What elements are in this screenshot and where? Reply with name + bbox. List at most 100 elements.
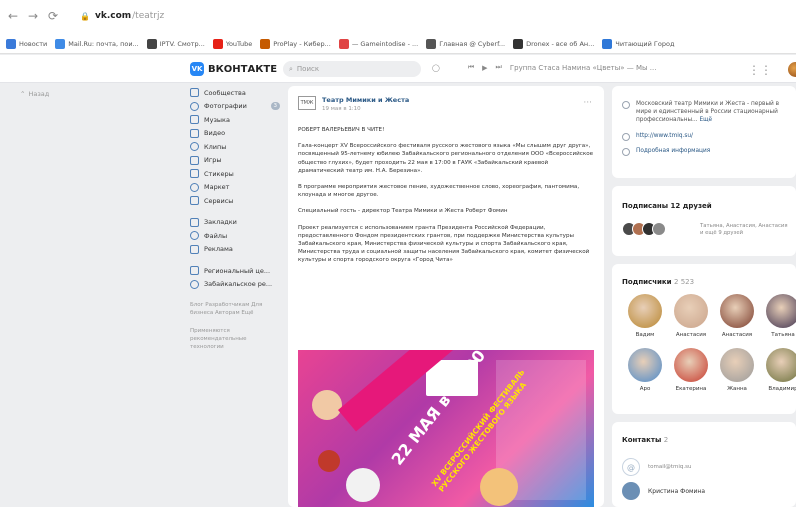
details-link[interactable]: Подробная информация <box>636 147 710 156</box>
bookmark-favicon-icon <box>212 38 223 49</box>
post-paragraph: Проект реализуется с использованием гран… <box>298 224 590 264</box>
nav-item[interactable]: Фотографии 3 <box>190 100 280 114</box>
subscriber-item[interactable]: Екатерина <box>668 348 714 392</box>
contact-name[interactable]: Кристина Фомина <box>648 488 705 495</box>
bookmark-item[interactable]: — Gameintodise - ... <box>338 38 419 49</box>
vk-logo[interactable]: VK ВКОНТАКТЕ <box>190 62 277 76</box>
post-date[interactable]: 19 мая в 1:10 <box>322 106 409 112</box>
contacts-card: Контакты 2 @ tomail@tmiq.su Кристина Фом… <box>612 422 796 507</box>
browser-toolbar: ← → ⟳ 🔒 vk.com /teatrjz <box>0 0 796 34</box>
subscriber-name: Жанна <box>727 386 747 392</box>
back-arrow-icon[interactable]: ← <box>8 10 18 22</box>
address-bar[interactable]: 🔒 vk.com /teatrjz <box>80 8 164 24</box>
subscriber-item[interactable]: Татьяна <box>760 294 796 338</box>
forward-arrow-icon[interactable]: → <box>28 10 38 22</box>
subscriber-avatar <box>766 294 796 328</box>
bookmark-label: — Gameintodise - ... <box>351 39 419 48</box>
search-input[interactable]: ⌕ Поиск <box>283 61 421 77</box>
contact-avatar[interactable] <box>622 482 640 500</box>
nav-item[interactable]: Стикеры <box>190 167 280 181</box>
nav-item-label: Фотографии <box>204 102 247 111</box>
apps-grid-icon[interactable]: ⋮⋮ <box>748 64 772 76</box>
post-author[interactable]: Театр Мимики и Жеста <box>322 96 409 104</box>
vk-header: VK ВКОНТАКТЕ ⌕ Поиск ◯ ⏮ ▶ ⏭ Группа Стас… <box>0 55 796 83</box>
nav-item[interactable]: Игры <box>190 154 280 168</box>
nav-item[interactable]: Маркет <box>190 181 280 195</box>
services-icon <box>190 196 199 206</box>
user-avatar[interactable] <box>788 62 796 77</box>
subscriber-name: Владимир <box>768 386 796 392</box>
bookmark-icon <box>190 217 199 227</box>
nav-item[interactable]: Забайкальское ре... <box>190 278 280 292</box>
bookmark-favicon-icon <box>260 38 271 49</box>
subscriber-item[interactable]: Анастасия <box>668 294 714 338</box>
bookmark-favicon-icon <box>426 38 437 49</box>
bookmark-item[interactable]: IPTV. Смотр... <box>146 38 205 49</box>
nav-item-label: Видео <box>204 129 226 138</box>
nav-badge: 3 <box>270 102 280 111</box>
nav-item[interactable]: Сервисы <box>190 194 280 208</box>
vk-brand: ВКОНТАКТЕ <box>208 63 278 75</box>
more-options-icon[interactable]: ··· <box>583 98 592 108</box>
clips-icon <box>190 142 199 152</box>
bookmark-favicon-icon <box>338 38 349 49</box>
info-icon <box>622 101 630 109</box>
previous-track-icon[interactable]: ⏮ <box>468 63 474 72</box>
subscriber-item[interactable]: Вадим <box>622 294 668 338</box>
bookmark-label: YouTube <box>225 39 253 48</box>
nav-item[interactable]: Региональный це... <box>190 264 280 278</box>
url-path: /teatrjz <box>132 11 165 21</box>
bookmark-item[interactable]: Dronex - все об Ан... <box>513 38 594 49</box>
bookmark-item[interactable]: Mail.Ru: почта, пои... <box>55 38 139 49</box>
bookmark-item[interactable]: Главная @ Cyberf... <box>426 38 505 49</box>
subscribers-title[interactable]: Подписчики 2 523 <box>622 278 694 286</box>
subscriber-item[interactable]: Жанна <box>714 348 760 392</box>
more-link[interactable]: Ещё <box>699 117 712 123</box>
footer-links[interactable]: Блог Разработчикам Для бизнеса Авторам Е… <box>190 301 280 317</box>
bookmark-item[interactable]: ProPlay - Кибер... <box>260 38 331 49</box>
friends-title[interactable]: Подписаны 12 друзей <box>622 202 712 210</box>
contacts-title[interactable]: Контакты 2 <box>622 436 668 444</box>
post-image[interactable]: 22 МАЯ в 17:00 XV ВСЕРОССИЙСКИЙ ФЕСТИВАЛ… <box>298 350 594 507</box>
details-icon <box>622 148 630 156</box>
nav-item[interactable]: Музыка <box>190 113 280 127</box>
subscriber-item[interactable]: Анастасия <box>714 294 760 338</box>
nav-item[interactable]: Клипы <box>190 140 280 154</box>
bookmark-item[interactable]: Новости <box>6 38 47 49</box>
play-icon[interactable]: ▶ <box>482 64 487 72</box>
now-playing-title[interactable]: Группа Стаса Намина «Цветы» — Мы ... <box>510 64 657 72</box>
contact-email[interactable]: tomail@tmiq.su <box>648 464 691 470</box>
friend-avatar <box>652 222 666 236</box>
back-link[interactable]: ⌃ Назад <box>20 90 49 98</box>
region-icon <box>190 266 199 276</box>
subscriber-item[interactable]: Аро <box>622 348 668 392</box>
notifications-bell-icon[interactable]: ◯ <box>432 64 440 72</box>
next-track-icon[interactable]: ⏭ <box>496 63 502 72</box>
nav-item-label: Клипы <box>204 142 227 151</box>
group-description: Московский театр Мимики и Жеста - первый… <box>636 101 780 123</box>
friends-avatars[interactable] <box>622 222 666 236</box>
nav-item[interactable]: Закладки <box>190 216 280 230</box>
subscriber-item[interactable]: Владимир <box>760 348 796 392</box>
reload-icon[interactable]: ⟳ <box>48 10 58 22</box>
post-author-logo[interactable]: ТМЖ <box>298 96 316 110</box>
nav-item[interactable]: Файлы <box>190 229 280 243</box>
games-icon <box>190 155 199 165</box>
nav-item-label: Забайкальское ре... <box>204 280 273 289</box>
globe-icon <box>622 133 630 141</box>
bookmark-item[interactable]: YouTube <box>212 38 253 49</box>
market-icon <box>190 182 199 192</box>
nav-item-label: Маркет <box>204 183 230 192</box>
nav-item[interactable]: Реклама <box>190 243 280 257</box>
subscriber-avatar <box>674 348 708 382</box>
region-icon <box>190 279 199 289</box>
friends-card: Подписаны 12 друзей Татьяна, Анастасия, … <box>612 186 796 256</box>
bookmark-favicon-icon <box>146 38 157 49</box>
nav-item[interactable]: Сообщества <box>190 86 280 100</box>
bookmark-favicon-icon <box>602 38 613 49</box>
website-link[interactable]: http://www.tmiq.su/ <box>636 132 693 141</box>
nav-item[interactable]: Видео <box>190 127 280 141</box>
community-icon <box>190 88 199 98</box>
bookmark-item[interactable]: Читающий Город <box>602 38 674 49</box>
nav-item-label: Сообщества <box>204 88 246 97</box>
